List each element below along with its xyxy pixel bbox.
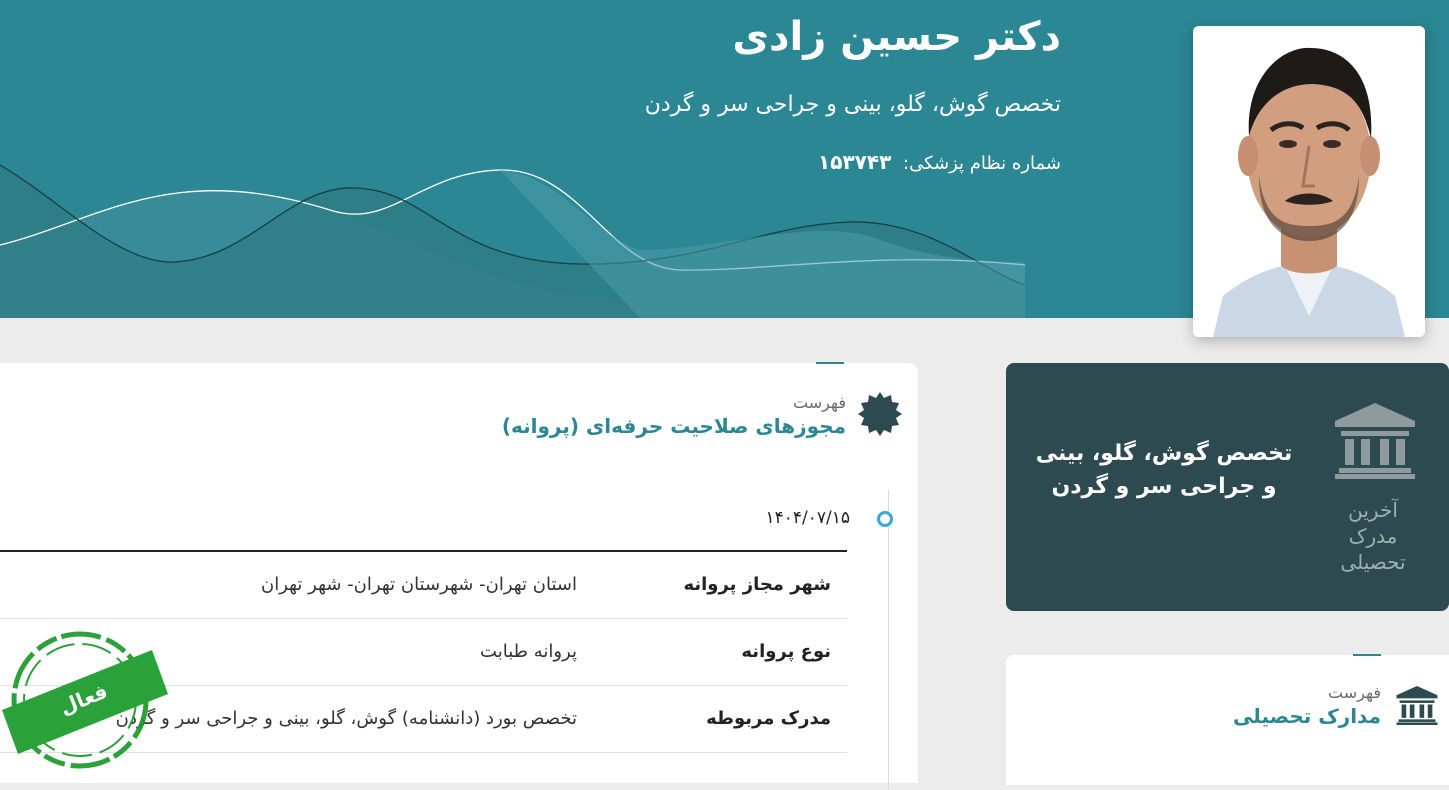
last-degree-label: آخرین مدرک تحصیلی [1340, 498, 1406, 574]
timeline-line [888, 490, 889, 790]
timeline-dot [877, 511, 893, 527]
license-section-subtitle: فهرست [793, 393, 846, 412]
education-section: فهرست مدارک تحصیلی [1006, 654, 1449, 785]
license-section-title: مجوزهای صلاحیت حرفه‌ای (پروانه) [501, 414, 846, 438]
license-city-value: استان تهران- شهرستان تهران- شهر تهران [260, 574, 577, 595]
doctor-photo [1193, 26, 1425, 337]
license-document-key: مدرک مربوطه [706, 708, 831, 729]
license-section-heading: فهرست مجوزهای صلاحیت حرفه‌ای (پروانه) [502, 393, 846, 438]
last-degree-text: تخصص گوش، گلو، بینی و جراحی سر و گردن [1035, 441, 1293, 499]
education-section-heading: فهرست مدارک تحصیلی [1233, 683, 1381, 728]
section-tab-marker [1353, 654, 1381, 656]
license-type-key: نوع پروانه [741, 641, 831, 662]
institution-icon [1396, 686, 1438, 725]
last-degree-card: آخرین مدرک تحصیلی تخصص گوش، گلو، بینی و … [1006, 363, 1449, 611]
section-tab-marker [816, 362, 844, 364]
table-row: شهر مجاز پروانه استان تهران- شهرستان تهر… [0, 552, 847, 619]
doctor-portrait-image [1193, 26, 1425, 337]
active-stamp: فعال [2, 631, 168, 769]
institution-icon [1335, 403, 1415, 479]
doctor-name: دکتر حسین زادی [732, 14, 1061, 60]
doctor-specialty: تخصص گوش، گلو، بینی و جراحی سر و گردن [644, 92, 1061, 117]
license-type-value: پروانه طبابت [480, 641, 577, 662]
license-date: ۱۴۰۴/۰۷/۱۵ [765, 508, 850, 528]
medical-code-row: شماره نظام پزشکی: ۱۵۳۷۴۳ [818, 150, 1061, 174]
education-section-subtitle: فهرست [1328, 683, 1381, 702]
medical-code-value: ۱۵۳۷۴۳ [818, 150, 892, 174]
badge-icon [858, 392, 902, 436]
medical-code-label: شماره نظام پزشکی: [903, 153, 1061, 174]
education-section-title: مدارک تحصیلی [1233, 704, 1381, 728]
license-city-key: شهر مجاز پروانه [683, 574, 831, 595]
license-document-value: تخصص بورد (دانشنامه) گوش، گلو، بینی و جر… [115, 708, 577, 729]
